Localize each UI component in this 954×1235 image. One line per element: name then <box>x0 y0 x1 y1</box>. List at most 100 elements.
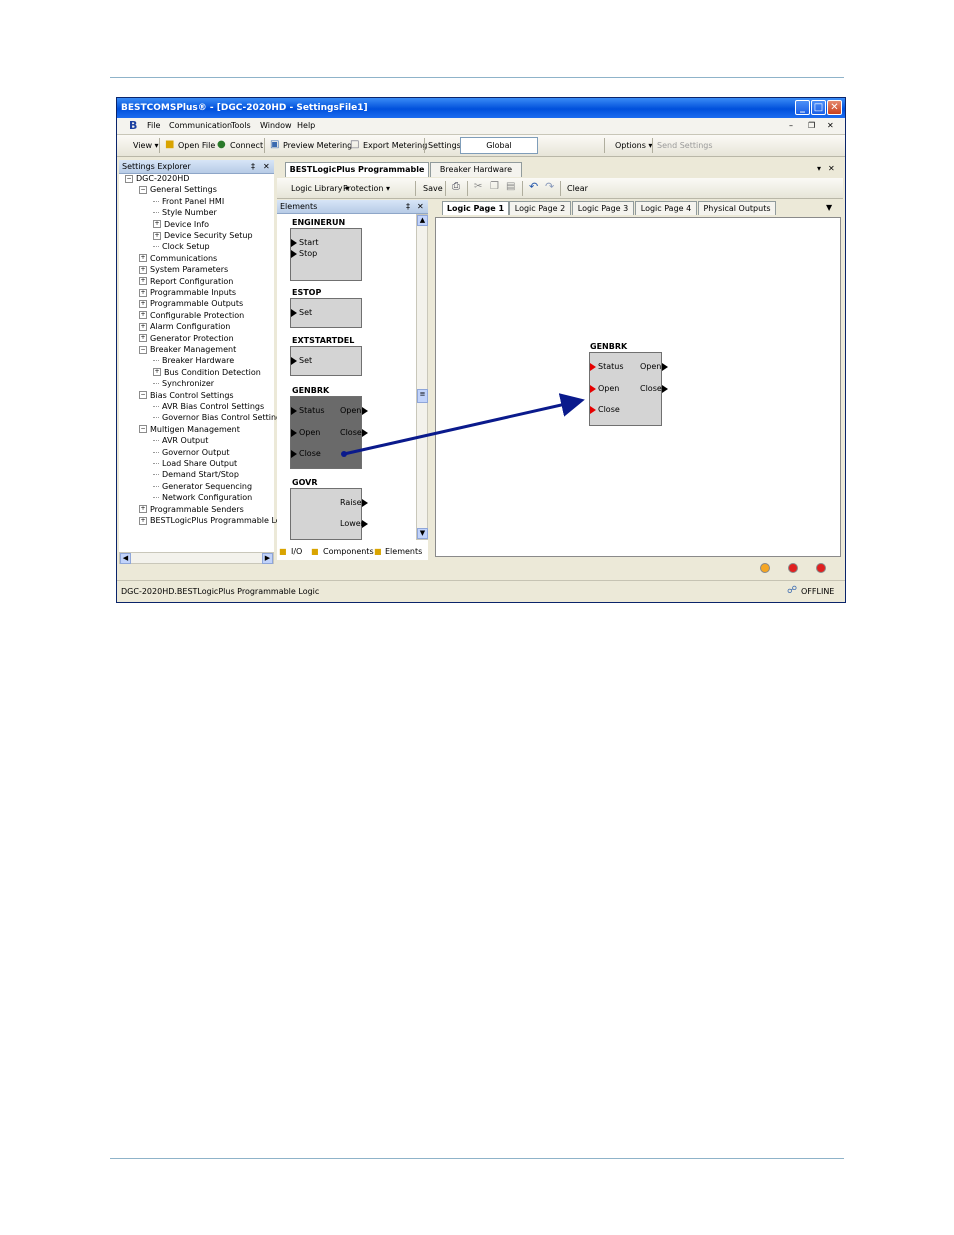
export-metering-icon[interactable]: □ <box>350 139 359 150</box>
expand-toggle-icon[interactable]: + <box>139 505 147 514</box>
pin-icon[interactable]: ‡ <box>406 202 410 211</box>
tree-item[interactable]: Synchronizer <box>153 379 214 388</box>
tree-item[interactable]: Demand Start/Stop <box>153 470 239 479</box>
tree-item[interactable]: + Programmable Outputs <box>139 299 243 308</box>
tree-item[interactable]: Load Share Output <box>153 459 237 468</box>
tree-item[interactable]: Governor Bias Control Settings <box>153 413 285 422</box>
page-menu-icon[interactable]: ▼ <box>826 203 832 212</box>
view-button[interactable]: View ▾ <box>133 141 159 150</box>
tab-menu-icon[interactable]: ▾ <box>817 164 821 173</box>
tree-item[interactable]: + Bus Condition Detection <box>153 368 261 377</box>
app-menu-icon[interactable]: B <box>129 119 137 132</box>
tree-item[interactable]: − General Settings <box>139 185 217 194</box>
save-button[interactable]: Save <box>423 184 443 193</box>
expand-toggle-icon[interactable]: − <box>139 391 147 400</box>
paste-icon[interactable]: ▤ <box>506 181 515 192</box>
expand-toggle-icon[interactable]: + <box>139 311 147 320</box>
cut-icon[interactable]: ✂ <box>474 181 482 192</box>
scroll-down-button[interactable]: ▼ <box>417 528 428 539</box>
expand-toggle-icon[interactable]: + <box>139 322 147 331</box>
open-file-button[interactable]: Open File <box>178 141 215 150</box>
tree-item[interactable]: Generator Sequencing <box>153 482 252 491</box>
pin-icon[interactable]: ‡ <box>251 162 255 171</box>
logic-canvas[interactable]: GENBRK Status Open Close Open Close <box>435 217 841 557</box>
tree-item[interactable]: Governor Output <box>153 448 229 457</box>
menu-tools[interactable]: Tools <box>231 121 251 130</box>
tree-item[interactable]: + Communications <box>139 254 217 263</box>
tree-item[interactable]: AVR Output <box>153 436 208 445</box>
preview-metering-icon[interactable]: ▣ <box>270 139 279 150</box>
tree-item[interactable]: + Configurable Protection <box>139 311 244 320</box>
tree-item[interactable]: + Device Info <box>153 220 209 229</box>
tree-item[interactable]: Clock Setup <box>153 242 210 251</box>
element-block-estop[interactable]: Set <box>290 298 362 328</box>
element-block-genbrk[interactable]: Status Open Close Open Close <box>290 396 368 469</box>
tab-breaker-hardware[interactable]: Breaker Hardware <box>430 162 522 177</box>
global-settings-selector[interactable]: Global <box>460 137 538 154</box>
tree-item[interactable]: + Generator Protection <box>139 334 234 343</box>
tree-item[interactable]: − DGC-2020HD <box>125 174 189 183</box>
options-button[interactable]: Options ▾ <box>615 141 652 150</box>
tree-item[interactable]: Network Configuration <box>153 493 252 502</box>
tab-logic-page-4[interactable]: Logic Page 4 <box>635 201 697 215</box>
tab-logic-page-2[interactable]: Logic Page 2 <box>509 201 571 215</box>
menu-window[interactable]: Window <box>260 121 292 130</box>
expand-toggle-icon[interactable]: + <box>139 265 147 274</box>
components-icon[interactable]: ■ <box>311 545 319 558</box>
menu-help[interactable]: Help <box>297 121 315 130</box>
maximize-button[interactable]: □ <box>811 100 826 115</box>
tree-item[interactable]: + Alarm Configuration <box>139 322 230 331</box>
mdi-minimize-button[interactable]: – <box>789 121 793 130</box>
menu-communication[interactable]: Communication <box>169 121 232 130</box>
export-metering-button[interactable]: Export Metering <box>363 141 427 150</box>
tree-item[interactable]: + Device Security Setup <box>153 231 253 240</box>
copy-icon[interactable]: ❐ <box>490 181 499 192</box>
io-icon[interactable]: ■ <box>279 545 287 558</box>
minimize-button[interactable]: _ <box>795 100 810 115</box>
tree-item[interactable]: Style Number <box>153 208 217 217</box>
tree-item[interactable]: AVR Bias Control Settings <box>153 402 264 411</box>
expand-toggle-icon[interactable]: + <box>139 299 147 308</box>
tree-item[interactable]: Front Panel HMI <box>153 197 224 206</box>
tab-elements[interactable]: Elements <box>385 545 425 558</box>
elements-tab-icon[interactable]: ■ <box>374 545 382 558</box>
tab-io[interactable]: I/O <box>291 545 302 558</box>
expand-toggle-icon[interactable]: + <box>139 516 147 525</box>
close-button[interactable]: ✕ <box>827 100 842 115</box>
element-block-govr[interactable]: Raise Lower <box>290 488 368 540</box>
canvas-block-genbrk[interactable]: Status Open Close Open Close <box>589 352 668 426</box>
scroll-thumb[interactable]: ≡ <box>417 389 428 403</box>
print-icon[interactable]: ⎙ <box>452 181 460 192</box>
close-icon[interactable]: ✕ <box>417 202 424 211</box>
expand-toggle-icon[interactable]: − <box>139 425 147 434</box>
expand-toggle-icon[interactable]: − <box>125 174 133 183</box>
tab-physical-outputs[interactable]: Physical Outputs <box>698 201 776 215</box>
tree-item[interactable]: + Report Configuration <box>139 277 233 286</box>
redo-icon[interactable]: ↷ <box>545 180 554 193</box>
scroll-right-button[interactable]: ▶ <box>262 553 273 564</box>
expand-toggle-icon[interactable]: + <box>153 368 161 377</box>
tab-logic-page-3[interactable]: Logic Page 3 <box>572 201 634 215</box>
logic-library-button[interactable]: Logic Library ▾ <box>291 184 349 193</box>
tab-components[interactable]: Components <box>323 545 374 558</box>
send-settings-button[interactable]: Send Settings <box>657 141 713 150</box>
tree-item[interactable]: − Multigen Management <box>139 425 240 434</box>
mdi-restore-button[interactable]: ❐ <box>808 121 815 130</box>
vertical-scrollbar[interactable]: ▲ ≡ ▼ <box>416 214 428 540</box>
protection-button[interactable]: Protection ▾ <box>343 184 390 193</box>
horizontal-scrollbar[interactable]: ◀ ▶ <box>119 552 274 564</box>
close-icon[interactable]: ✕ <box>263 162 270 171</box>
connect-icon[interactable]: ● <box>217 139 226 150</box>
element-block-extstartdel[interactable]: Set <box>290 346 362 376</box>
element-block-enginerun[interactable]: Start Stop <box>290 228 362 281</box>
tree-item[interactable]: + Programmable Inputs <box>139 288 236 297</box>
expand-toggle-icon[interactable]: + <box>153 231 161 240</box>
open-folder-icon[interactable]: ■ <box>165 139 174 150</box>
scroll-left-button[interactable]: ◀ <box>120 553 131 564</box>
expand-toggle-icon[interactable]: − <box>139 345 147 354</box>
clear-button[interactable]: Clear <box>567 184 588 193</box>
preview-metering-button[interactable]: Preview Metering <box>283 141 352 150</box>
tree-item[interactable]: + System Parameters <box>139 265 228 274</box>
tree-item[interactable]: Breaker Hardware <box>153 356 234 365</box>
tree-item[interactable]: + Programmable Senders <box>139 505 244 514</box>
